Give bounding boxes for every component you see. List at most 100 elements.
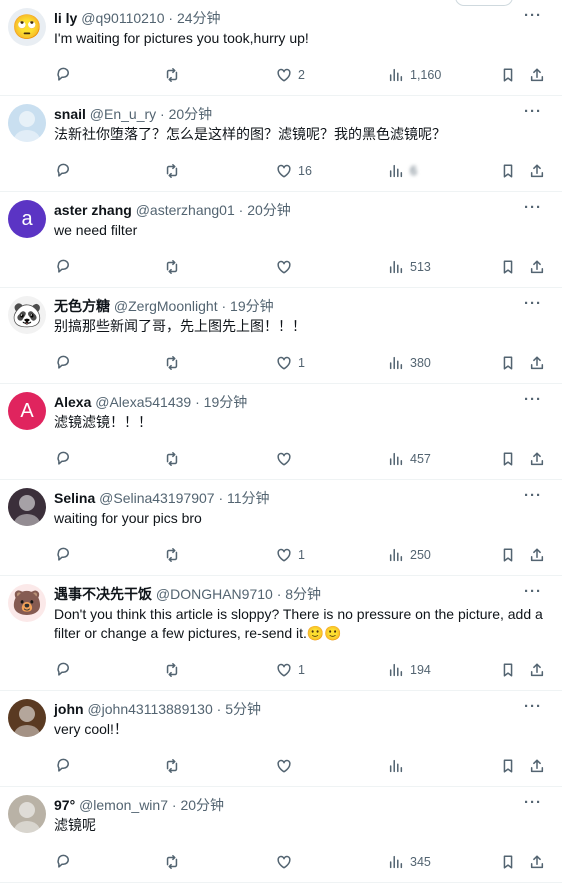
reply-button[interactable] bbox=[54, 757, 70, 775]
reply-button[interactable] bbox=[54, 853, 70, 871]
reply-tweet[interactable]: snail @En_u_ry · 20分钟 法新社你堕落了？怎么是这样的图？滤镜呢… bbox=[0, 96, 562, 192]
timestamp[interactable]: 20分钟 bbox=[180, 797, 224, 813]
like-button[interactable]: 16 bbox=[276, 162, 312, 180]
more-icon[interactable]: ··· bbox=[524, 488, 542, 503]
avatar[interactable] bbox=[8, 795, 46, 833]
user-handle[interactable]: @DONGHAN9710 bbox=[156, 586, 273, 602]
share-button[interactable] bbox=[529, 661, 545, 679]
bookmark-button[interactable] bbox=[500, 757, 516, 775]
views-button[interactable] bbox=[388, 757, 410, 775]
more-icon[interactable]: ··· bbox=[524, 795, 542, 810]
timestamp[interactable]: 24分钟 bbox=[177, 10, 221, 26]
timestamp[interactable]: 8分钟 bbox=[285, 586, 321, 602]
views-button[interactable]: 250 bbox=[388, 546, 431, 564]
like-button[interactable]: 1 bbox=[276, 354, 305, 372]
reply-tweet[interactable]: john @john43113889130 · 5分钟 very cool!！ ··… bbox=[0, 691, 562, 787]
display-name[interactable]: aster zhang bbox=[54, 202, 132, 218]
share-button[interactable] bbox=[529, 757, 545, 775]
display-name[interactable]: john bbox=[54, 701, 84, 717]
like-button[interactable] bbox=[276, 450, 298, 468]
more-icon[interactable]: ··· bbox=[524, 104, 542, 119]
avatar[interactable]: 🙄 bbox=[8, 8, 46, 46]
timestamp[interactable]: 5分钟 bbox=[225, 701, 261, 717]
like-button[interactable] bbox=[276, 853, 298, 871]
user-handle[interactable]: @En_u_ry bbox=[90, 106, 156, 122]
user-handle[interactable]: @q90110210 bbox=[81, 10, 164, 26]
bookmark-button[interactable] bbox=[500, 661, 516, 679]
user-handle[interactable]: @ZergMoonlight bbox=[114, 298, 218, 314]
bookmark-button[interactable] bbox=[500, 162, 516, 180]
bookmark-button[interactable] bbox=[500, 853, 516, 871]
timestamp[interactable]: 19分钟 bbox=[204, 394, 248, 410]
timestamp[interactable]: 20分钟 bbox=[247, 202, 291, 218]
reply-tweet[interactable]: 97° @lemon_win7 · 20分钟 滤镜呢 ··· 345 bbox=[0, 787, 562, 883]
share-button[interactable] bbox=[529, 354, 545, 372]
avatar[interactable]: 🐼 bbox=[8, 296, 46, 334]
display-name[interactable]: 遇事不决先干饭 bbox=[54, 586, 152, 602]
retweet-button[interactable] bbox=[164, 354, 180, 372]
reply-tweet[interactable]: 🐻 遇事不决先干饭 @DONGHAN9710 · 8分钟 Don't you thi… bbox=[0, 576, 562, 691]
display-name[interactable]: Alexa bbox=[54, 394, 91, 410]
views-button[interactable]: 345 bbox=[388, 853, 431, 871]
avatar[interactable]: A bbox=[8, 392, 46, 430]
avatar[interactable] bbox=[8, 699, 46, 737]
share-button[interactable] bbox=[529, 450, 545, 468]
retweet-button[interactable] bbox=[164, 757, 180, 775]
views-button[interactable]: 194 bbox=[388, 661, 431, 679]
views-button[interactable]: 457 bbox=[388, 450, 431, 468]
retweet-button[interactable] bbox=[164, 853, 180, 871]
retweet-button[interactable] bbox=[164, 450, 180, 468]
avatar[interactable]: 🐻 bbox=[8, 584, 46, 622]
user-handle[interactable]: @Selina43197907 bbox=[99, 490, 214, 506]
avatar[interactable] bbox=[8, 488, 46, 526]
user-handle[interactable]: @lemon_win7 bbox=[79, 797, 168, 813]
like-button[interactable] bbox=[276, 258, 298, 276]
more-icon[interactable]: ··· bbox=[524, 699, 542, 714]
reply-button[interactable] bbox=[54, 354, 70, 372]
avatar[interactable] bbox=[8, 104, 46, 142]
more-icon[interactable]: ··· bbox=[524, 584, 542, 599]
more-icon[interactable]: ··· bbox=[524, 200, 542, 215]
reply-button[interactable] bbox=[54, 66, 70, 84]
reply-tweet[interactable]: A Alexa @Alexa541439 · 19分钟 滤镜滤镜！！！ ··· 457 bbox=[0, 384, 562, 480]
reply-tweet[interactable]: 🐼 无色方糖 @ZergMoonlight · 19分钟 别搞那些新闻了哥，先上图先… bbox=[0, 288, 562, 384]
user-handle[interactable]: @Alexa541439 bbox=[95, 394, 191, 410]
share-button[interactable] bbox=[529, 258, 545, 276]
views-button[interactable]: 380 bbox=[388, 354, 431, 372]
like-button[interactable]: 1 bbox=[276, 546, 305, 564]
display-name[interactable]: 无色方糖 bbox=[54, 298, 110, 314]
reply-button[interactable] bbox=[54, 258, 70, 276]
like-button[interactable]: 1 bbox=[276, 661, 305, 679]
bookmark-button[interactable] bbox=[500, 258, 516, 276]
retweet-button[interactable] bbox=[164, 546, 180, 564]
more-icon[interactable]: ··· bbox=[524, 392, 542, 407]
like-button[interactable]: 2 bbox=[276, 66, 305, 84]
share-button[interactable] bbox=[529, 546, 545, 564]
more-icon[interactable]: ··· bbox=[524, 296, 542, 311]
reply-tweet[interactable]: Selina @Selina43197907 · 11分钟 waiting for… bbox=[0, 480, 562, 576]
retweet-button[interactable] bbox=[164, 258, 180, 276]
bookmark-button[interactable] bbox=[500, 450, 516, 468]
timestamp[interactable]: 19分钟 bbox=[230, 298, 274, 314]
avatar[interactable]: a bbox=[8, 200, 46, 238]
bookmark-button[interactable] bbox=[500, 354, 516, 372]
timestamp[interactable]: 11分钟 bbox=[227, 490, 270, 506]
share-button[interactable] bbox=[529, 853, 545, 871]
more-icon[interactable]: ··· bbox=[524, 8, 542, 23]
share-button[interactable] bbox=[529, 162, 545, 180]
bookmark-button[interactable] bbox=[500, 66, 516, 84]
reply-button[interactable] bbox=[54, 162, 70, 180]
timestamp[interactable]: 20分钟 bbox=[169, 106, 213, 122]
reply-button[interactable] bbox=[54, 450, 70, 468]
retweet-button[interactable] bbox=[164, 162, 180, 180]
user-handle[interactable]: @john43113889130 bbox=[87, 701, 212, 717]
views-button[interactable]: 1,160 bbox=[388, 66, 441, 84]
views-button[interactable]: 513 bbox=[388, 258, 431, 276]
reply-tweet[interactable]: a aster zhang @asterzhang01 · 20分钟 we need… bbox=[0, 192, 562, 288]
user-handle[interactable]: @asterzhang01 bbox=[136, 202, 235, 218]
display-name[interactable]: 97° bbox=[54, 797, 75, 813]
reply-button[interactable] bbox=[54, 546, 70, 564]
retweet-button[interactable] bbox=[164, 66, 180, 84]
share-button[interactable] bbox=[529, 66, 545, 84]
display-name[interactable]: snail bbox=[54, 106, 86, 122]
